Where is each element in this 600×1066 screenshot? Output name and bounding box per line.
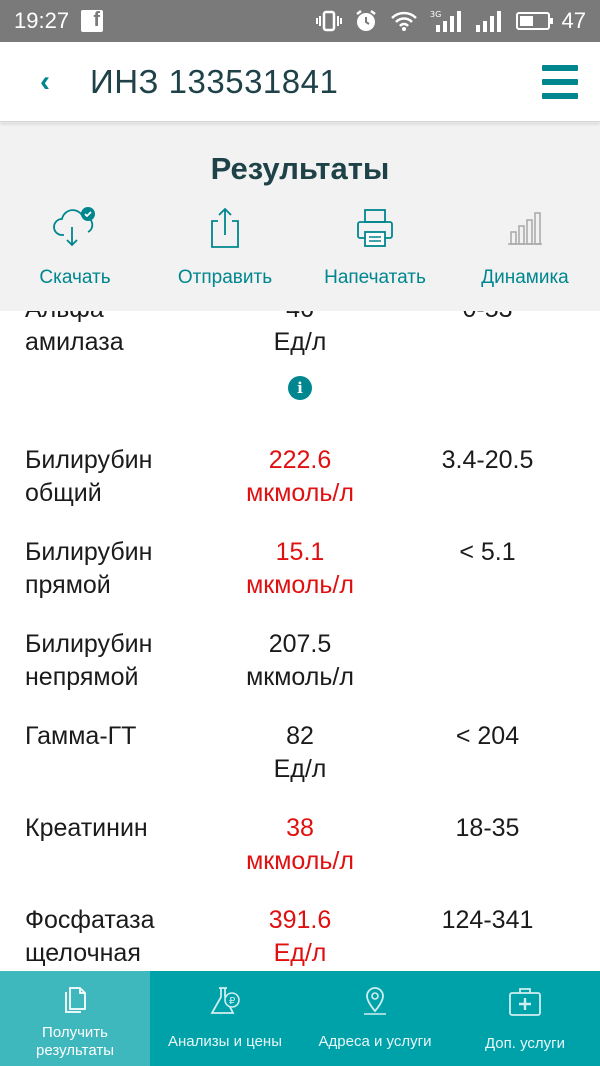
tab-label: результаты xyxy=(36,1042,114,1059)
dynamics-button[interactable]: Динамика xyxy=(450,205,600,289)
send-label: Отправить xyxy=(177,267,273,288)
page-title: ИНЗ 133531841 xyxy=(90,62,339,100)
result-value: 15.1 xyxy=(275,538,325,566)
back-button[interactable]: ‹ xyxy=(0,65,90,99)
result-unit: Ед/л xyxy=(273,939,327,967)
facebook-icon: f xyxy=(81,9,104,32)
app-bar: ‹ ИНЗ 133531841 xyxy=(0,42,600,122)
flask-icon: ₽ xyxy=(210,987,240,1014)
status-icons: 3G 47 xyxy=(315,8,586,34)
tab-label: Адреса и услуги xyxy=(318,1033,432,1050)
wifi-icon xyxy=(390,11,417,31)
info-icon[interactable]: i xyxy=(288,376,312,400)
results-title: Результаты xyxy=(210,151,390,186)
result-name: Билирубин xyxy=(25,538,153,566)
result-unit: мкмоль/л xyxy=(246,663,354,691)
result-name: общий xyxy=(25,479,102,507)
svg-text:₽: ₽ xyxy=(229,996,236,1007)
action-bar: Скачать Отправить Напечатать Динамика xyxy=(0,205,600,289)
bottom-nav: Получить результаты ₽ Анализы и цены Адр… xyxy=(0,971,600,1066)
vibrate-icon xyxy=(315,10,342,32)
alarm-icon xyxy=(355,10,376,31)
result-name: щелочная xyxy=(25,939,141,967)
result-norm: 124-341 xyxy=(441,906,534,934)
result-name: прямой xyxy=(25,571,111,599)
map-pin-icon xyxy=(364,987,386,1015)
result-unit: мкмоль/л xyxy=(246,847,354,875)
menu-bar-icon xyxy=(542,78,578,85)
results-list[interactable]: Альфа амилаза 46 Ед/л 0-53 i Билирубин о… xyxy=(0,311,600,971)
share-icon xyxy=(211,207,239,248)
dynamics-label: Динамика xyxy=(481,267,569,288)
svg-text:3G: 3G xyxy=(430,10,441,19)
result-name: амилаза xyxy=(25,328,124,356)
download-label: Скачать xyxy=(39,267,111,288)
result-norm: < 204 xyxy=(455,722,520,750)
tab-analyses-prices[interactable]: ₽ Анализы и цены xyxy=(150,971,300,1066)
send-button[interactable]: Отправить xyxy=(150,205,300,289)
print-label: Напечатать xyxy=(324,267,426,288)
bar-chart-icon xyxy=(508,212,542,245)
tab-addresses-services[interactable]: Адреса и услуги xyxy=(300,971,450,1066)
first-aid-icon xyxy=(509,988,541,1016)
cloud-download-icon xyxy=(53,207,95,247)
result-name: Билирубин xyxy=(25,446,153,474)
result-unit: мкмоль/л xyxy=(246,479,354,507)
signal-icon xyxy=(475,11,501,32)
tab-label: Получить xyxy=(42,1024,108,1041)
result-norm: < 5.1 xyxy=(459,538,516,566)
printer-icon xyxy=(357,209,393,247)
print-button[interactable]: Напечатать xyxy=(300,205,450,289)
battery-level: 47 xyxy=(561,8,586,33)
result-norm: 0-53 xyxy=(400,311,575,326)
status-bar: 19:27 f 3G 47 xyxy=(0,0,600,42)
result-name: Гамма-ГТ xyxy=(25,722,137,750)
result-name: Билирубин xyxy=(25,630,153,658)
result-unit: Ед/л xyxy=(273,328,327,356)
result-name: Креатинин xyxy=(25,814,148,842)
status-time: 19:27 xyxy=(14,8,70,33)
menu-button[interactable] xyxy=(542,64,578,99)
tab-label: Доп. услуги xyxy=(484,1035,566,1052)
results-panel: Результаты Скачать Отправить Напечатать … xyxy=(0,123,600,311)
result-unit: Ед/л xyxy=(273,755,327,783)
result-norm: 18-35 xyxy=(455,814,520,842)
download-button[interactable]: Скачать xyxy=(0,205,150,289)
menu-bar-icon xyxy=(542,92,578,99)
result-name: Альфа xyxy=(25,311,215,326)
result-value: 207.5 xyxy=(268,630,332,658)
battery-icon xyxy=(515,12,553,30)
document-icon xyxy=(65,987,86,1013)
result-value: 82 xyxy=(286,722,314,750)
result-value: 391.6 xyxy=(268,906,332,934)
result-norm: 3.4-20.5 xyxy=(441,446,534,474)
result-value: 38 xyxy=(286,814,314,842)
result-value: 222.6 xyxy=(268,446,332,474)
result-name: непрямой xyxy=(25,663,139,691)
tab-get-results[interactable]: Получить результаты xyxy=(0,971,150,1066)
signal-3g-icon: 3G xyxy=(430,10,461,32)
menu-bar-icon xyxy=(542,64,578,71)
tab-extra-services[interactable]: Доп. услуги xyxy=(450,971,600,1066)
result-value: 46 xyxy=(200,311,400,326)
result-unit: мкмоль/л xyxy=(246,571,354,599)
result-name: Фосфатаза xyxy=(25,906,155,934)
tab-label: Анализы и цены xyxy=(168,1033,282,1050)
